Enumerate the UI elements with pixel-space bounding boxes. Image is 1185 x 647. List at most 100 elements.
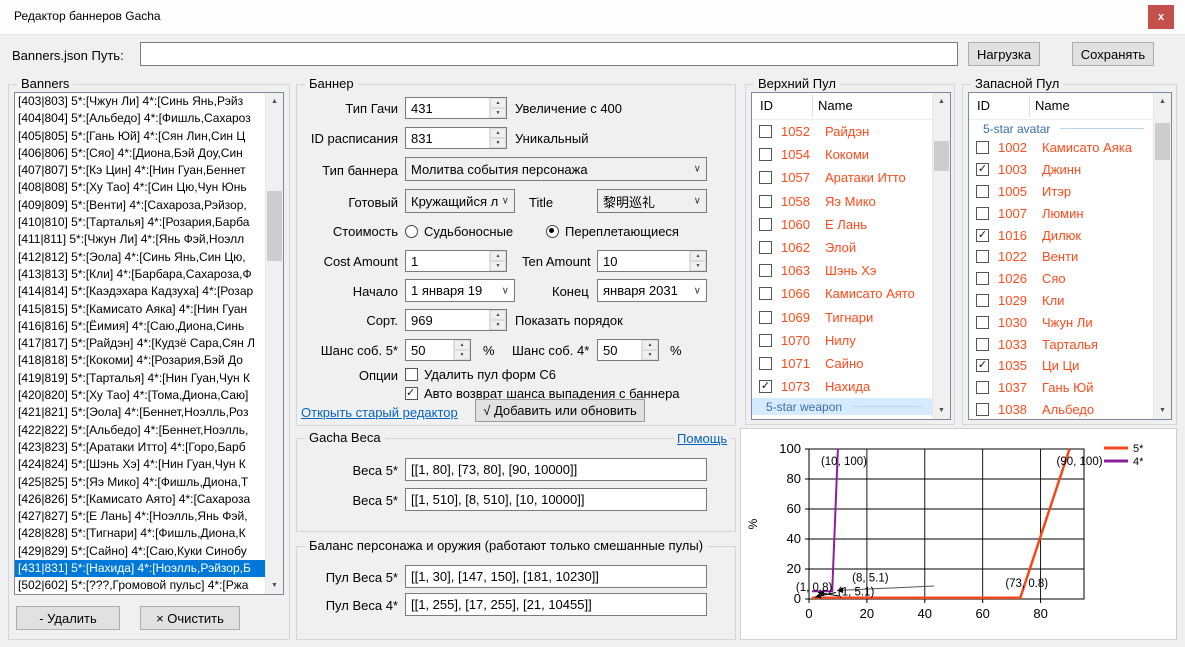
title-select[interactable]: 黎明巡礼 ∨ (597, 189, 707, 213)
banner-list-item[interactable]: [407|807] 5*:[Кэ Цин] 4*:[Нин Гуан,Бенне… (15, 162, 266, 179)
scroll-up-icon[interactable]: ▲ (933, 93, 950, 110)
reserve-pool-scrollbar[interactable]: ▲ ▼ (1153, 93, 1171, 419)
banner-list-item[interactable]: [405|805] 5*:[Гань Юй] 4*:[Сян Лин,Син Ц (15, 128, 266, 145)
pool-row[interactable]: 1037Гань Юй (969, 377, 1154, 399)
chance4-spinner[interactable]: ▲▼ (641, 340, 658, 360)
end-date-picker[interactable]: января 2031 ∨ (597, 279, 707, 302)
unchecked-checkbox[interactable] (759, 171, 772, 184)
banner-list-item[interactable]: [426|826] 5*:[Камисато Аято] 4*:[Сахароз… (15, 491, 266, 508)
pool-row[interactable]: 1070Нилу (752, 329, 933, 352)
begin-date-picker[interactable]: 1 января 19 ∨ (405, 279, 515, 302)
pool-row[interactable]: 1052Райдэн (752, 120, 933, 143)
spinner-up-icon[interactable]: ▲ (490, 98, 506, 108)
upper-pool-list[interactable]: ID Name 1052Райдэн1054Кокоми1057Аратаки … (751, 92, 951, 420)
unchecked-checkbox[interactable] (976, 185, 989, 198)
scroll-down-icon[interactable]: ▼ (266, 577, 283, 594)
pool-row[interactable]: ✓1016Дилюк (969, 224, 1154, 246)
pool4-input[interactable]: [[1, 255], [17, 255], [21, 10455]] (405, 593, 707, 616)
cost-amount-input[interactable]: 1 ▲▼ (405, 250, 507, 272)
spinner-up-icon[interactable]: ▲ (490, 128, 506, 138)
pool-row[interactable]: 1022Венти (969, 246, 1154, 268)
unchecked-checkbox[interactable] (759, 195, 772, 208)
spinner-up-icon[interactable]: ▲ (490, 310, 506, 320)
banner-list-item[interactable]: [422|822] 5*:[Альбедо] 4*:[Беннет,Ноэлль… (15, 422, 266, 439)
weights5b-input[interactable]: [[1, 510], [8, 510], [10, 10000]] (405, 488, 707, 511)
spinner-up-icon[interactable]: ▲ (690, 251, 706, 261)
pool-row[interactable]: 1062Элой (752, 236, 933, 259)
banner-list-item[interactable]: [502|602] 5*:[???,Громовой пульс] 4*:[Рж… (15, 577, 266, 594)
unchecked-checkbox[interactable] (759, 125, 772, 138)
banner-list-item[interactable]: [420|820] 5*:[Ху Тао] 4*:[Тома,Диона,Саю… (15, 387, 266, 404)
banner-list-item[interactable]: [423|823] 5*:[Аратаки Итто] 4*:[Горо,Бар… (15, 439, 266, 456)
pool-row[interactable]: ✓1003Джинн (969, 159, 1154, 181)
banners-scrollbar[interactable]: ▲ ▼ (265, 93, 283, 594)
spinner-up-icon[interactable]: ▲ (454, 340, 470, 350)
close-icon[interactable]: x (1148, 5, 1174, 29)
id-column-header[interactable]: ID (977, 98, 990, 113)
pool-row[interactable]: 1007Люмин (969, 202, 1154, 224)
reserve-pool-list[interactable]: ID Name 5-star avatar1002Камисато Аяка✓1… (968, 92, 1172, 420)
remove-pool-checkbox[interactable]: ✓ (405, 368, 418, 381)
spinner-down-icon[interactable]: ▼ (490, 320, 506, 330)
pool-row[interactable]: 1054Кокоми (752, 143, 933, 166)
scroll-down-icon[interactable]: ▼ (1154, 402, 1171, 419)
banner-list-item[interactable]: [410|810] 5*:[Тарталья] 4*:[Розария,Барб… (15, 214, 266, 231)
path-input[interactable] (140, 42, 958, 66)
chance4-input[interactable]: 50 ▲▼ (597, 339, 659, 361)
unchecked-checkbox[interactable] (976, 141, 989, 154)
pool-row[interactable]: ✓1035Ци Ци (969, 355, 1154, 377)
checked-checkbox[interactable]: ✓ (976, 163, 989, 176)
scroll-up-icon[interactable]: ▲ (266, 93, 283, 110)
spinner-down-icon[interactable]: ▼ (490, 261, 506, 271)
unchecked-checkbox[interactable] (976, 207, 989, 220)
banner-list-item[interactable]: [425|825] 5*:[Яэ Мико] 4*:[Фишль,Диона,Т (15, 474, 266, 491)
pool5-input[interactable]: [[1, 30], [147, 150], [181, 10230]] (405, 565, 707, 588)
schedule-id-input[interactable]: 831 ▲▼ (405, 127, 507, 149)
banner-list-item[interactable]: [403|803] 5*:[Чжун Ли] 4*:[Синь Янь,Рэйз (15, 93, 266, 110)
old-editor-link[interactable]: Открыть старый редактор (301, 405, 458, 420)
pool-row[interactable]: 1063Шэнь Хэ (752, 259, 933, 282)
cost-amount-spinner[interactable]: ▲▼ (489, 251, 506, 271)
unchecked-checkbox[interactable] (976, 250, 989, 263)
banner-list-item[interactable]: [416|816] 5*:[Ёимия] 4*:[Саю,Диона,Синь (15, 318, 266, 335)
spinner-down-icon[interactable]: ▼ (642, 350, 658, 360)
unchecked-checkbox[interactable] (759, 264, 772, 277)
scroll-down-icon[interactable]: ▼ (933, 402, 950, 419)
banner-list-item[interactable]: [411|811] 5*:[Чжун Ли] 4*:[Янь Фэй,Ноэлл (15, 231, 266, 248)
banner-list-item[interactable]: [429|829] 5*:[Сайно] 4*:[Саю,Куки Синобу (15, 543, 266, 560)
pool-row[interactable]: 1069Тигнари (752, 306, 933, 329)
sort-input[interactable]: 969 ▲▼ (405, 309, 507, 331)
banner-list-item[interactable]: [431|831] 5*:[Нахида] 4*:[Ноэлль,Рэйзор,… (15, 560, 266, 577)
banner-list-item[interactable]: [417|817] 5*:[Райдэн] 4*:[Кудзё Сара,Сян… (15, 335, 266, 352)
unchecked-checkbox[interactable] (976, 403, 989, 416)
id-column-header[interactable]: ID (760, 98, 773, 113)
scroll-thumb[interactable] (1155, 123, 1170, 160)
ten-amount-input[interactable]: 10 ▲▼ (597, 250, 707, 272)
banner-list-item[interactable]: [413|813] 5*:[Кли] 4*:[Барбара,Сахароза,… (15, 266, 266, 283)
add-update-button[interactable]: √ Добавить или обновить (475, 399, 645, 422)
unchecked-checkbox[interactable] (759, 148, 772, 161)
unchecked-checkbox[interactable] (976, 272, 989, 285)
pool-row[interactable]: 1071Сайно (752, 352, 933, 375)
checked-checkbox[interactable]: ✓ (976, 359, 989, 372)
banner-list-item[interactable]: [404|804] 5*:[Альбедо] 4*:[Фишль,Сахароз (15, 110, 266, 127)
unchecked-checkbox[interactable] (759, 218, 772, 231)
spinner-up-icon[interactable]: ▲ (642, 340, 658, 350)
pool-row[interactable]: 1057Аратаки Итто (752, 166, 933, 189)
intertwined-radio[interactable] (546, 225, 559, 238)
scroll-thumb[interactable] (934, 141, 949, 171)
banner-list-item[interactable]: [421|821] 5*:[Эола] 4*:[Беннет,Ноэлль,Ро… (15, 404, 266, 421)
prefab-select[interactable]: Кружащийся л ∨ (405, 189, 515, 213)
gacha-type-input[interactable]: 431 ▲▼ (405, 97, 507, 119)
unchecked-checkbox[interactable] (976, 381, 989, 394)
unchecked-checkbox[interactable] (976, 338, 989, 351)
spinner-down-icon[interactable]: ▼ (454, 350, 470, 360)
unchecked-checkbox[interactable] (759, 357, 772, 370)
pool-row[interactable]: 1002Камисато Аяка (969, 137, 1154, 159)
ten-amount-spinner[interactable]: ▲▼ (689, 251, 706, 271)
weights5-input[interactable]: [[1, 80], [73, 80], [90, 10000]] (405, 458, 707, 481)
banner-list-item[interactable]: [409|809] 5*:[Венти] 4*:[Сахароза,Рэйзор… (15, 197, 266, 214)
pool-row[interactable]: 1030Чжун Ли (969, 311, 1154, 333)
unchecked-checkbox[interactable] (759, 287, 772, 300)
checked-checkbox[interactable]: ✓ (976, 229, 989, 242)
